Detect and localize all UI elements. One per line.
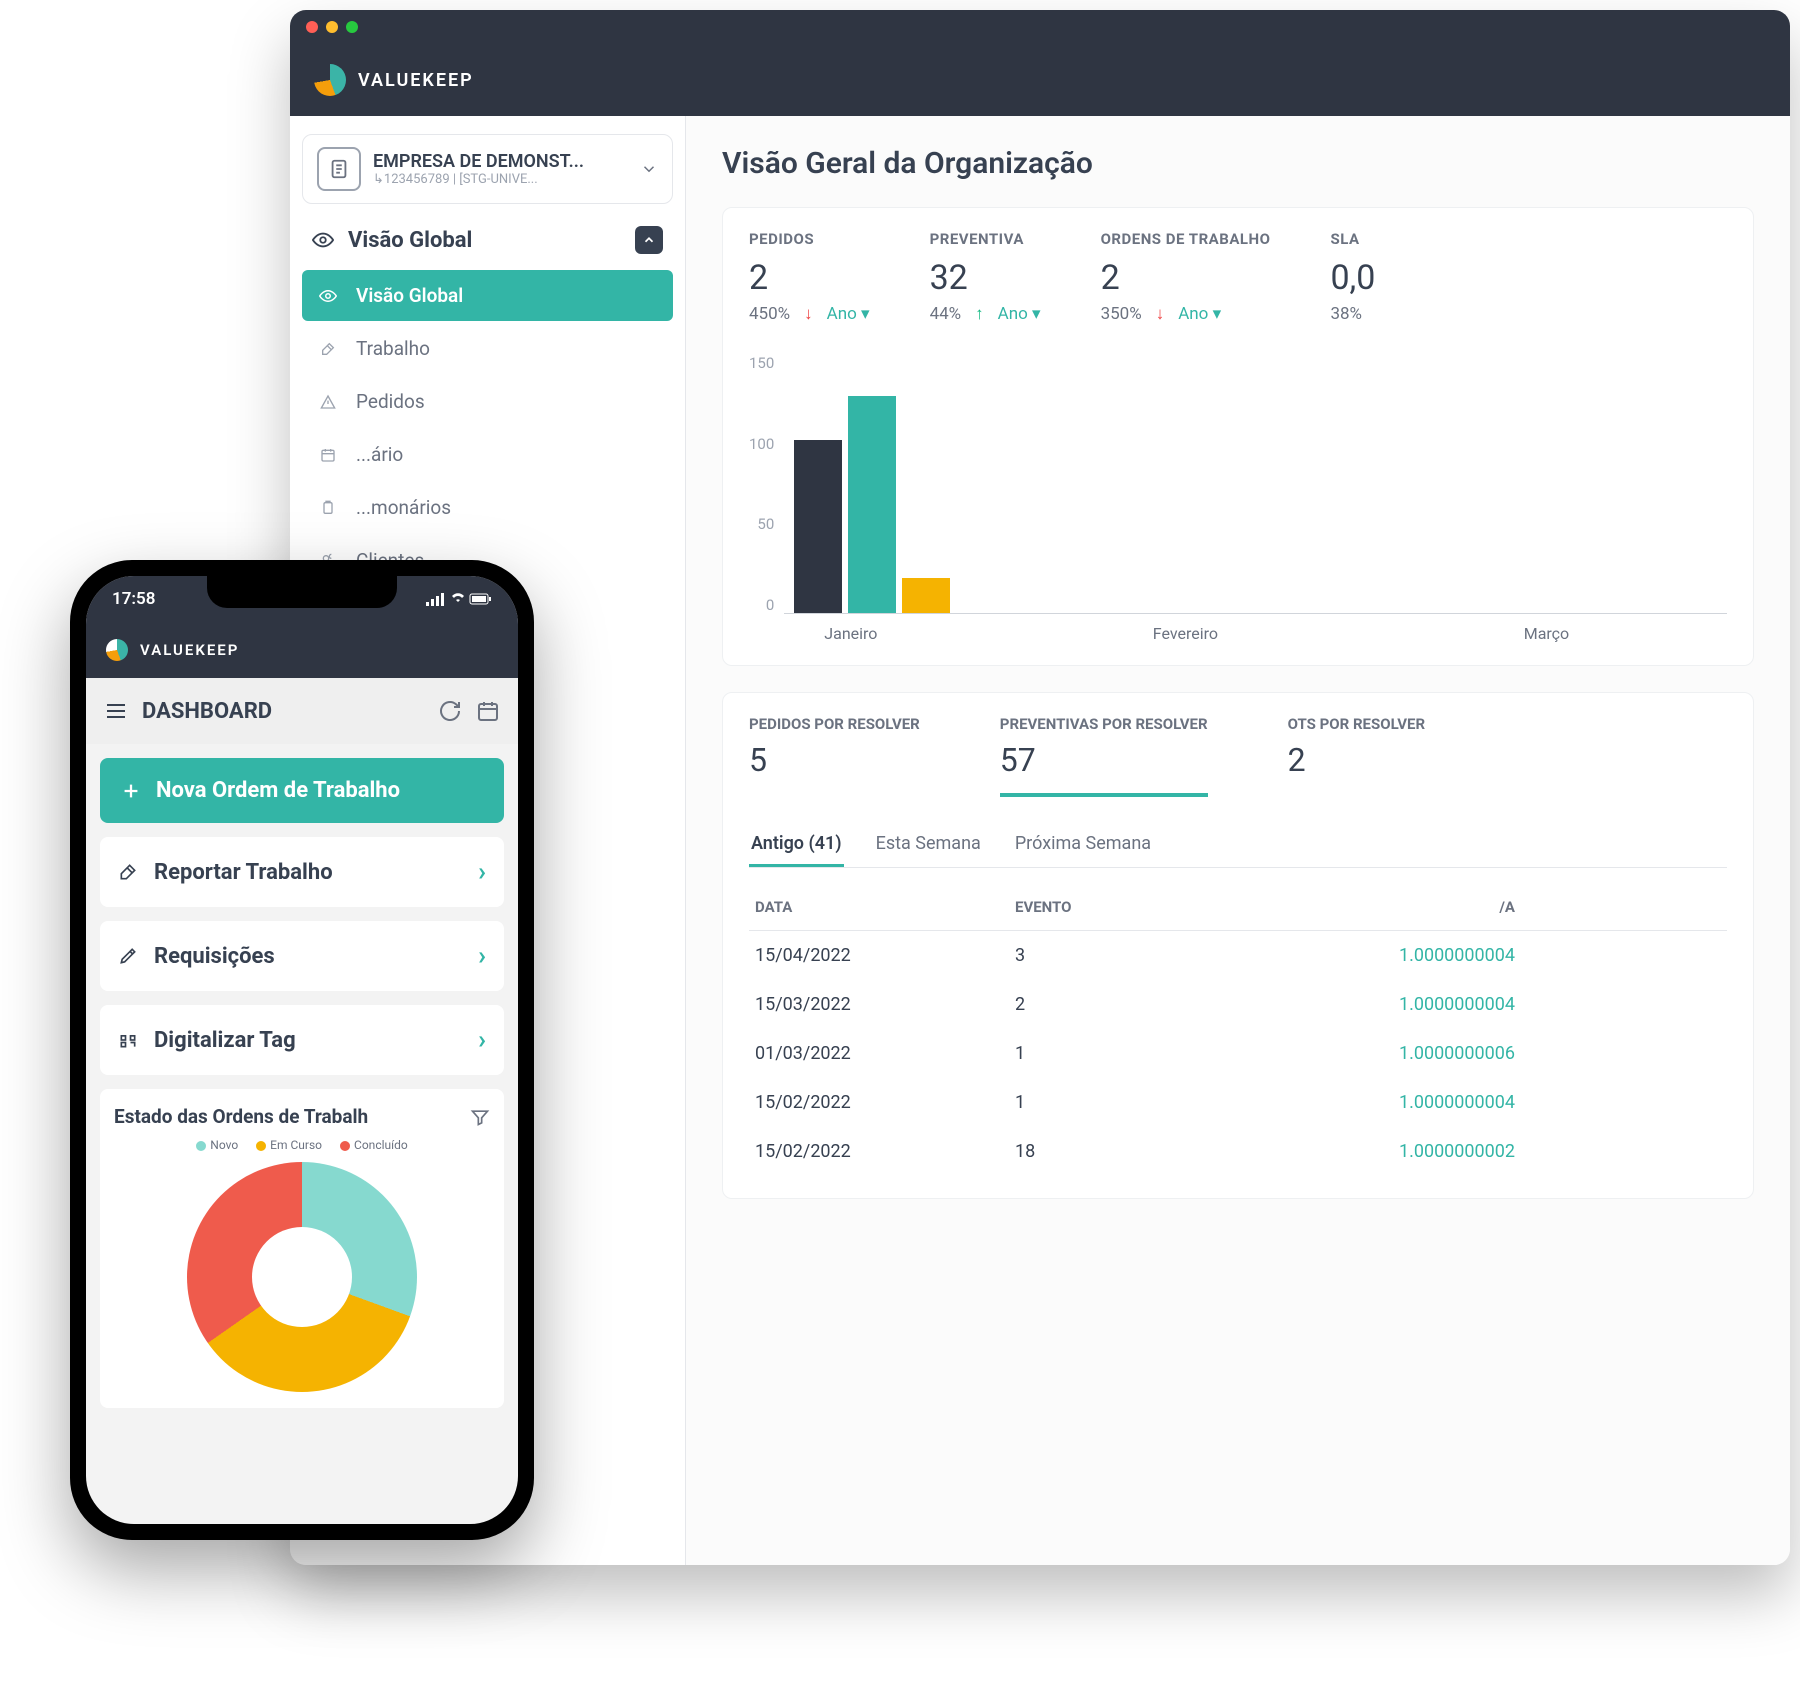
phone-notch [207, 576, 397, 608]
table-header-evento: EVENTO [1015, 898, 1275, 916]
mobile-action-item[interactable]: Reportar Trabalho › [100, 837, 504, 907]
resolver-kpi[interactable]: PEDIDOS POR RESOLVER 5 [749, 715, 920, 797]
chevron-right-icon: › [478, 1025, 486, 1055]
bar [848, 396, 896, 613]
events-table: DATA EVENTO /A 15/04/2022 3 1.0000000004… [749, 884, 1727, 1176]
sidebar-item-label: Pedidos [356, 390, 425, 413]
donut-legend: Novo Em Curso Concluído [114, 1138, 490, 1152]
sidebar-item-label: Trabalho [356, 337, 430, 360]
tab[interactable]: Próxima Semana [1013, 823, 1153, 867]
mobile-header: DASHBOARD [86, 678, 518, 744]
mobile-title: DASHBOARD [142, 699, 272, 724]
eye-icon [312, 229, 334, 251]
item-icon [118, 862, 138, 882]
sidebar-item-label: Visão Global [356, 284, 463, 307]
chart-bars [784, 354, 1727, 614]
plus-icon [120, 780, 142, 802]
donut-title: Estado das Ordens de Trabalh [114, 1105, 368, 1128]
resolver-kpi[interactable]: PREVENTIVAS POR RESOLVER 57 [1000, 715, 1208, 797]
chart-cluster [794, 396, 950, 613]
close-dot-icon[interactable] [306, 21, 318, 33]
sidebar-item-pedidos[interactable]: Pedidos [302, 376, 673, 427]
sidebar-item-4[interactable]: ...ário [302, 429, 673, 480]
clipboard-icon [318, 500, 338, 516]
maximize-dot-icon[interactable] [346, 21, 358, 33]
tab[interactable]: Esta Semana [874, 823, 983, 867]
phone-screen: 17:58 VALUEKEEP DASHBOARD [86, 576, 518, 1524]
status-time: 17:58 [112, 589, 155, 609]
sidebar-item-label: ...monários [356, 496, 451, 519]
logo-icon [106, 639, 128, 661]
sidebar-item-visao-global[interactable]: Visão Global [302, 270, 673, 321]
collapse-icon[interactable] [635, 226, 663, 254]
new-work-order-button[interactable]: Nova Ordem de Trabalho [100, 758, 504, 823]
minimize-dot-icon[interactable] [326, 21, 338, 33]
item-icon [118, 946, 138, 966]
tab[interactable]: Antigo (41) [749, 823, 844, 867]
chart-y-axis: 150100500 [749, 354, 784, 614]
table-header-a: /A [1275, 898, 1515, 916]
bar [902, 578, 950, 613]
table-row[interactable]: 01/03/2022 1 1.0000000006 [749, 1029, 1727, 1078]
window-titlebar [290, 10, 1790, 44]
resolver-kpi[interactable]: OTS POR RESOLVER 2 [1288, 715, 1426, 797]
sidebar-item-5[interactable]: ...monários [302, 482, 673, 533]
sidebar-item-trabalho[interactable]: Trabalho [302, 323, 673, 374]
hammer-icon [318, 341, 338, 357]
menu-icon[interactable] [104, 699, 128, 723]
filter-icon[interactable] [470, 1107, 490, 1127]
kpi-card: PEDIDOS 2 450% ↓ Ano ▾ PREVENTIVA 32 44%… [722, 207, 1754, 666]
logo-icon [314, 64, 346, 96]
chevron-right-icon: › [478, 941, 486, 971]
company-subtitle: ↳123456789 | [STG-UNIVE... [373, 172, 628, 187]
mobile-app-bar: VALUEKEEP [86, 622, 518, 678]
resolver-card: PEDIDOS POR RESOLVER 5 PREVENTIVAS POR R… [722, 692, 1754, 1199]
company-name: EMPRESA DE DEMONST... [373, 151, 628, 172]
mobile-action-item[interactable]: Requisições › [100, 921, 504, 991]
phone-mockup: 17:58 VALUEKEEP DASHBOARD [70, 560, 534, 1540]
status-icons [426, 592, 492, 606]
chevron-right-icon: › [478, 857, 486, 887]
chevron-down-icon [640, 160, 658, 178]
cta-label: Nova Ordem de Trabalho [156, 778, 400, 803]
table-row[interactable]: 15/04/2022 3 1.0000000004 [749, 931, 1727, 980]
company-selector[interactable]: EMPRESA DE DEMONST... ↳123456789 | [STG-… [302, 134, 673, 204]
table-row[interactable]: 15/02/2022 1 1.0000000004 [749, 1078, 1727, 1127]
page-title: Visão Geral da Organização [722, 146, 1754, 181]
brand-name: VALUEKEEP [358, 70, 474, 91]
table-row[interactable]: 15/02/2022 18 1.0000000002 [749, 1127, 1727, 1176]
nav-header[interactable]: Visão Global [302, 204, 673, 268]
sidebar-item-label: ...ário [356, 443, 403, 466]
calendar-icon[interactable] [476, 699, 500, 723]
table-header-data: DATA [755, 898, 1015, 916]
main-content: Visão Geral da Organização PEDIDOS 2 450… [686, 116, 1790, 1565]
donut-chart [187, 1162, 417, 1392]
bar-chart: 150100500 JaneiroFevereiroMarço [749, 354, 1727, 643]
bar [794, 440, 842, 613]
mobile-action-item[interactable]: Digitalizar Tag › [100, 1005, 504, 1075]
calendar-icon [318, 447, 338, 463]
brand-name: VALUEKEEP [140, 641, 239, 659]
table-row[interactable]: 15/03/2022 2 1.0000000004 [749, 980, 1727, 1029]
eye-icon [318, 287, 338, 305]
nav-header-label: Visão Global [348, 228, 472, 253]
tabs: Antigo (41) Esta Semana Próxima Semana [749, 823, 1727, 868]
kpi-sla: SLA 0,0 38% [1330, 230, 1375, 324]
app-bar: VALUEKEEP [290, 44, 1790, 116]
document-icon [317, 147, 361, 191]
refresh-icon[interactable] [438, 699, 462, 723]
kpi-pedidos: PEDIDOS 2 450% ↓ Ano ▾ [749, 230, 870, 324]
item-icon [118, 1030, 138, 1050]
alert-icon [318, 394, 338, 410]
kpi-preventiva: PREVENTIVA 32 44% ↑ Ano ▾ [930, 230, 1041, 324]
chart-x-labels: JaneiroFevereiroMarço [784, 614, 1727, 643]
kpi-ordens de trabalho: ORDENS DE TRABALHO 2 350% ↓ Ano ▾ [1101, 230, 1271, 324]
brand-logo: VALUEKEEP [314, 64, 474, 96]
donut-card: Estado das Ordens de Trabalh Novo Em Cur… [100, 1089, 504, 1408]
